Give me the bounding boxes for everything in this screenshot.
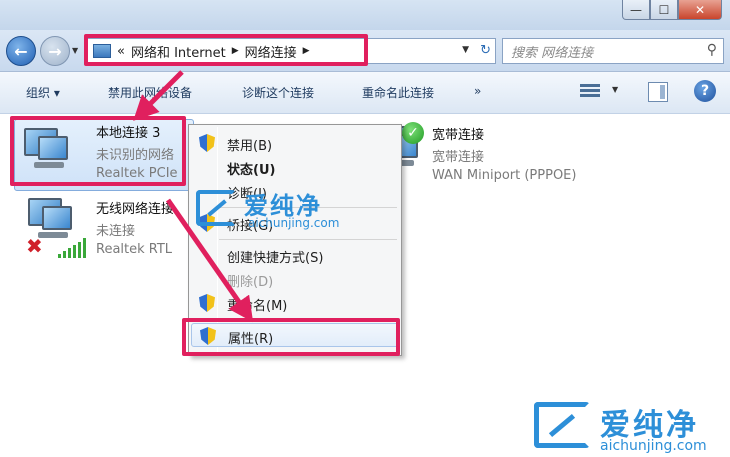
menu-item-label: 创建快捷方式(S) xyxy=(227,251,324,266)
minimize-button[interactable]: — xyxy=(622,0,650,20)
connected-check-icon: ✓ xyxy=(402,122,424,144)
arrow-right-icon: → xyxy=(48,41,62,61)
menu-item-create-shortcut[interactable]: 创建快捷方式(S) xyxy=(191,243,399,267)
menu-item-label: 重命名(M) xyxy=(227,299,288,314)
disable-device-button[interactable]: 禁用此网络设备 xyxy=(108,84,192,101)
forward-button[interactable]: → xyxy=(40,36,70,66)
menu-item-label: 状态(U) xyxy=(227,163,276,178)
refresh-icon[interactable]: ↻ xyxy=(480,43,491,58)
close-button[interactable]: ✕ xyxy=(678,0,722,20)
connection-status: 未连接 xyxy=(96,224,136,239)
menu-item-status[interactable]: 状态(U) xyxy=(191,155,399,179)
diagnose-button[interactable]: 诊断这个连接 xyxy=(242,84,314,101)
connection-name: 无线网络连接 xyxy=(96,202,175,217)
uac-shield-icon xyxy=(199,134,215,152)
properties-highlight-box xyxy=(182,318,400,356)
disconnected-x-icon: ✖ xyxy=(26,234,43,258)
address-highlight-box xyxy=(84,34,368,66)
menu-item-label: 删除(D) xyxy=(227,275,274,290)
search-box[interactable]: 搜索 网络连接 ⚲ xyxy=(502,38,724,64)
title-bar: — ☐ ✕ xyxy=(0,0,730,30)
connection-status: 宽带连接 xyxy=(432,150,485,165)
navigation-bar: ← → ▼ « 网络和 Internet ▶ 网络连接 ▶ ▼ ↻ 搜索 网络连… xyxy=(0,30,730,72)
rename-button[interactable]: 重命名此连接 xyxy=(362,84,434,101)
arrow-left-icon: ← xyxy=(14,41,28,61)
watermark-center: 爱纯净 aichunjing.com xyxy=(196,186,376,236)
connection-name: 宽带连接 xyxy=(432,128,485,143)
signal-strength-icon xyxy=(58,234,86,258)
watermark-url: aichunjing.com xyxy=(600,438,707,454)
help-button[interactable]: ? xyxy=(694,80,716,102)
search-input[interactable]: 搜索 网络连接 xyxy=(511,42,593,61)
menu-item-label: 禁用(B) xyxy=(227,139,273,154)
menu-item-rename[interactable]: 重命名(M) xyxy=(191,291,399,315)
menu-separator xyxy=(219,239,397,240)
back-button[interactable]: ← xyxy=(6,36,36,66)
recent-pages-dropdown[interactable]: ▼ xyxy=(72,46,78,55)
more-commands-button[interactable]: » xyxy=(474,84,481,98)
menu-item-disable[interactable]: 禁用(B) xyxy=(191,131,399,155)
watermark-url: aichunjing.com xyxy=(248,216,340,230)
menu-item-delete: 删除(D) xyxy=(191,267,399,291)
watermark-bottom-right: 爱纯净 aichunjing.com xyxy=(534,400,730,457)
connection-wireless[interactable]: ✖ 无线网络连接 未连接 Realtek RTL xyxy=(20,194,196,264)
preview-pane-icon[interactable] xyxy=(648,82,668,102)
watermark-logo-icon xyxy=(196,190,236,226)
uac-shield-icon xyxy=(199,294,215,312)
view-dropdown-icon[interactable]: ▼ xyxy=(612,85,618,94)
search-icon[interactable]: ⚲ xyxy=(707,42,717,58)
maximize-button[interactable]: ☐ xyxy=(650,0,678,20)
window-controls: — ☐ ✕ xyxy=(622,0,722,20)
connection-device: WAN Miniport (PPPOE) xyxy=(432,168,577,183)
selected-item-highlight-box xyxy=(10,116,186,186)
connection-device: Realtek RTL xyxy=(96,242,173,257)
address-dropdown-icon[interactable]: ▼ xyxy=(462,45,469,55)
view-options-icon[interactable] xyxy=(580,82,600,100)
command-bar: 组织 ▾ 禁用此网络设备 诊断这个连接 重命名此连接 » ▼ ? xyxy=(0,72,730,114)
watermark-logo-icon xyxy=(534,402,590,448)
organize-button[interactable]: 组织 ▾ xyxy=(26,84,60,101)
